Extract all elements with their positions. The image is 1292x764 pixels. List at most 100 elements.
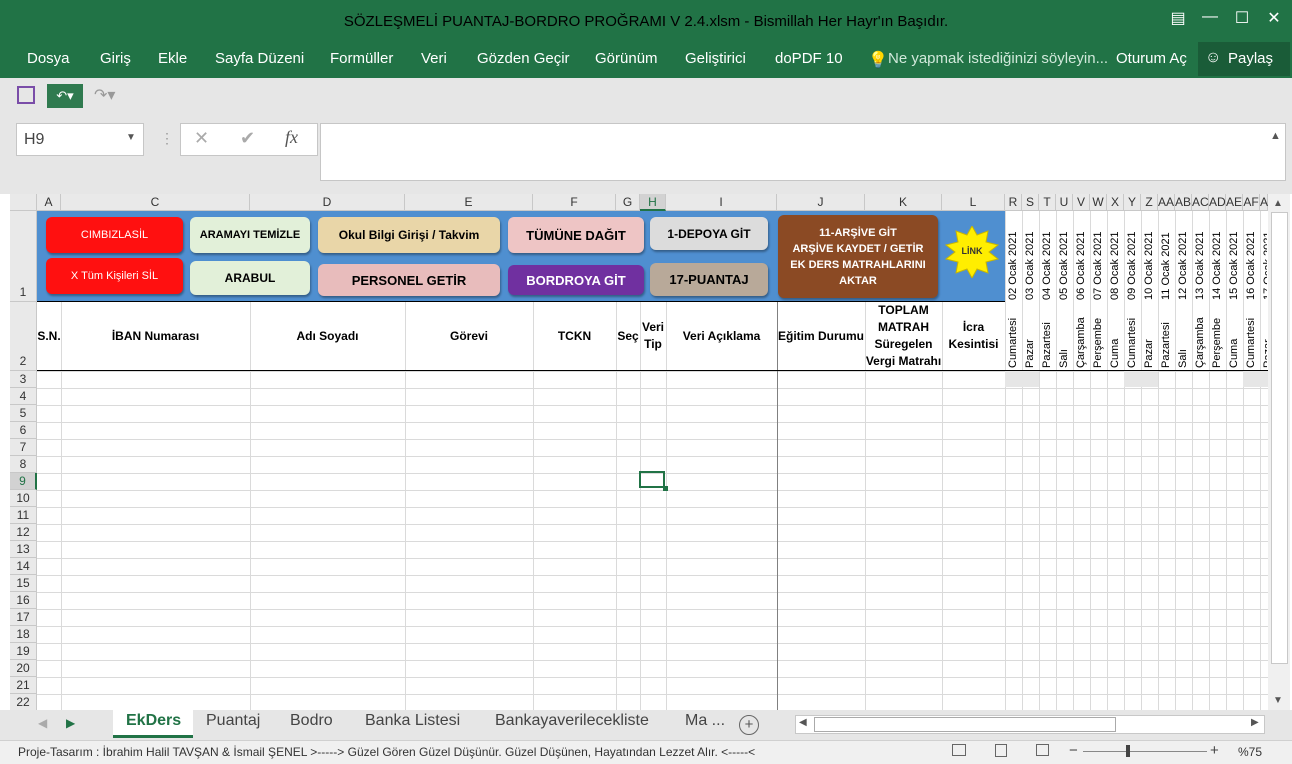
column-header-t[interactable]: T xyxy=(1039,194,1056,211)
row-header-21[interactable]: 21 xyxy=(10,677,37,694)
ribbon-display-options-icon[interactable]: ▤ xyxy=(1166,8,1190,28)
column-header-u[interactable]: U xyxy=(1056,194,1073,211)
row-header-9[interactable]: 9 xyxy=(10,473,37,490)
save-icon[interactable] xyxy=(17,86,35,104)
aramayi-temizle-button[interactable]: ARAMAYI TEMİZLE xyxy=(190,217,310,253)
zoom-level[interactable]: %75 xyxy=(1238,745,1262,759)
row-header-15[interactable]: 15 xyxy=(10,575,37,592)
column-header-a[interactable]: A xyxy=(1260,194,1268,211)
sheet-tab-banka-listesi[interactable]: Banka Listesi xyxy=(365,712,460,730)
row-header-7[interactable]: 7 xyxy=(10,439,37,456)
tell-me-box[interactable]: Ne yapmak istediğinizi söyleyin... xyxy=(888,50,1108,67)
zoom-slider[interactable] xyxy=(1083,751,1207,752)
row-header-16[interactable]: 16 xyxy=(10,592,37,609)
personel-getir-button[interactable]: PERSONEL GETİR xyxy=(318,264,500,296)
row-header-5[interactable]: 5 xyxy=(10,405,37,422)
chevron-up-icon[interactable]: ▲ xyxy=(1270,130,1281,142)
tab-sayfa-duzeni[interactable]: Sayfa Düzeni xyxy=(215,50,304,67)
scroll-down-icon[interactable]: ▼ xyxy=(1273,695,1283,706)
row-header-14[interactable]: 14 xyxy=(10,558,37,575)
sheet-tab-more[interactable]: Ma ... xyxy=(685,712,725,730)
tab-giris[interactable]: Giriş xyxy=(100,50,131,67)
next-sheet-icon[interactable]: ▶ xyxy=(66,716,75,730)
column-header-r[interactable]: R xyxy=(1005,194,1022,211)
scroll-right-icon[interactable]: ▶ xyxy=(1251,717,1259,728)
tab-dosya[interactable]: Dosya xyxy=(27,50,70,67)
column-header-a[interactable]: A xyxy=(37,194,61,211)
add-sheet-icon[interactable]: + xyxy=(739,715,759,735)
sheet-tab-bankayaverilecekliste[interactable]: Bankayaverilecekliste xyxy=(495,712,649,730)
tab-veri[interactable]: Veri xyxy=(421,50,447,67)
page-layout-icon[interactable] xyxy=(995,744,1007,757)
column-header-e[interactable]: E xyxy=(405,194,533,211)
column-header-c[interactable]: C xyxy=(61,194,250,211)
tab-gelistirici[interactable]: Geliştirici xyxy=(685,50,746,67)
redo-icon[interactable]: ↷▾ xyxy=(94,85,115,105)
select-all-corner[interactable] xyxy=(10,194,37,211)
row-header-13[interactable]: 13 xyxy=(10,541,37,558)
fill-handle[interactable] xyxy=(663,486,668,491)
tumune-dagit-button[interactable]: TÜMÜNE DAĞIT xyxy=(508,217,644,253)
scroll-up-icon[interactable]: ▲ xyxy=(1273,198,1283,209)
column-header-w[interactable]: W xyxy=(1090,194,1107,211)
column-header-x[interactable]: X xyxy=(1107,194,1124,211)
bordroya-git-button[interactable]: BORDROYA GİT xyxy=(508,265,644,295)
formula-input[interactable] xyxy=(320,123,1286,181)
row-header-17[interactable]: 17 xyxy=(10,609,37,626)
selected-cell[interactable] xyxy=(639,471,665,488)
close-icon[interactable]: ✕ xyxy=(1262,8,1286,28)
column-header-v[interactable]: V xyxy=(1073,194,1090,211)
row-header-3[interactable]: 3 xyxy=(10,371,37,388)
horizontal-scroll-thumb[interactable] xyxy=(814,717,1116,732)
column-header-j[interactable]: J xyxy=(777,194,865,211)
page-break-preview-icon[interactable] xyxy=(1036,744,1049,756)
tab-gorunum[interactable]: Görünüm xyxy=(595,50,658,67)
tab-formuller[interactable]: Formüller xyxy=(330,50,393,67)
column-header-f[interactable]: F xyxy=(533,194,616,211)
insert-function-icon[interactable]: fx xyxy=(285,127,298,148)
chevron-down-icon[interactable]: ▼ xyxy=(126,132,136,143)
column-header-ad[interactable]: AD xyxy=(1209,194,1226,211)
column-header-af[interactable]: AF xyxy=(1243,194,1260,211)
column-header-ae[interactable]: AE xyxy=(1226,194,1243,211)
column-header-y[interactable]: Y xyxy=(1124,194,1141,211)
row-header-10[interactable]: 10 xyxy=(10,490,37,507)
column-header-aa[interactable]: AA xyxy=(1158,194,1175,211)
tum-kisileri-sil-button[interactable]: X Tüm Kişileri SİL xyxy=(46,258,183,294)
row-header-18[interactable]: 18 xyxy=(10,626,37,643)
sheet-tab-puantaj[interactable]: Puantaj xyxy=(206,712,260,730)
row-header-20[interactable]: 20 xyxy=(10,660,37,677)
tab-ekle[interactable]: Ekle xyxy=(158,50,187,67)
arsive-git-button[interactable]: 11-ARŞİVE GİT ARŞİVE KAYDET / GETİR EK D… xyxy=(778,215,938,298)
row-header-6[interactable]: 6 xyxy=(10,422,37,439)
arabul-button[interactable]: ARABUL xyxy=(190,261,310,295)
column-header-s[interactable]: S xyxy=(1022,194,1039,211)
column-header-ab[interactable]: AB xyxy=(1175,194,1192,211)
prev-sheet-icon[interactable]: ◀ xyxy=(38,716,47,730)
row-header-2[interactable]: 2 xyxy=(10,302,37,371)
column-header-ac[interactable]: AC xyxy=(1192,194,1209,211)
normal-view-icon[interactable] xyxy=(952,744,966,756)
column-header-h[interactable]: H xyxy=(640,194,666,211)
column-header-g[interactable]: G xyxy=(616,194,640,211)
row-header-8[interactable]: 8 xyxy=(10,456,37,473)
row-header-4[interactable]: 4 xyxy=(10,388,37,405)
column-header-d[interactable]: D xyxy=(250,194,405,211)
row-header-12[interactable]: 12 xyxy=(10,524,37,541)
row-header-11[interactable]: 11 xyxy=(10,507,37,524)
check-icon[interactable]: ✔ xyxy=(240,128,255,149)
column-header-i[interactable]: I xyxy=(666,194,777,211)
puantaj-button[interactable]: 17-PUANTAJ xyxy=(650,263,768,296)
sheet-tab-bodro[interactable]: Bodro xyxy=(290,712,333,730)
row-header-1[interactable]: 1 xyxy=(10,211,37,302)
zoom-slider-thumb[interactable] xyxy=(1126,745,1130,757)
okul-bilgi-button[interactable]: Okul Bilgi Girişi / Takvim xyxy=(318,217,500,253)
tab-dopdf[interactable]: doPDF 10 xyxy=(775,50,843,67)
zoom-in-icon[interactable]: + xyxy=(1210,742,1219,759)
minimize-icon[interactable]: — xyxy=(1198,8,1222,26)
column-header-k[interactable]: K xyxy=(865,194,942,211)
maximize-icon[interactable]: ☐ xyxy=(1230,8,1254,28)
cancel-icon[interactable]: ✕ xyxy=(194,128,209,149)
column-header-l[interactable]: L xyxy=(942,194,1005,211)
sheet-tab-ekders[interactable]: EkDers xyxy=(126,712,181,730)
